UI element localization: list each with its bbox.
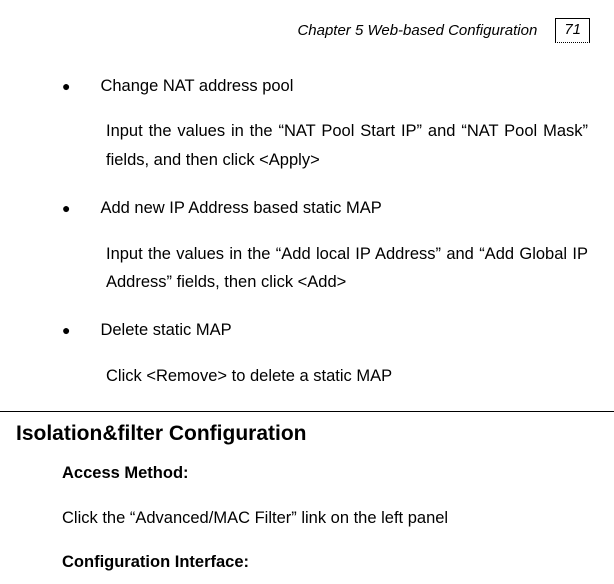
- section-heading: Isolation&filter Configuration: [0, 422, 614, 446]
- access-method-label: Access Method:: [62, 464, 614, 483]
- bullet-description: Click <Remove> to delete a static MAP: [106, 362, 588, 391]
- bullet-icon: ●: [62, 73, 70, 97]
- bullet-row: ● Change NAT address pool: [62, 73, 588, 99]
- access-method-text: Click the “Advanced/MAC Filter” link on …: [62, 505, 614, 531]
- bullet-icon: ●: [62, 195, 70, 219]
- bullet-item: ● Add new IP Address based static MAP In…: [62, 195, 588, 297]
- bullet-title: Add new IP Address based static MAP: [100, 195, 381, 221]
- section-body: Access Method: Click the “Advanced/MAC F…: [0, 464, 614, 572]
- bullet-title: Delete static MAP: [100, 317, 231, 343]
- bullet-icon: ●: [62, 317, 70, 341]
- page-header: Chapter 5 Web-based Configuration 71: [0, 0, 614, 43]
- content-area: ● Change NAT address pool Input the valu…: [0, 43, 614, 391]
- page-number: 71: [555, 18, 590, 43]
- config-interface-label: Configuration Interface:: [62, 553, 614, 572]
- bullet-description: Input the values in the “Add local IP Ad…: [106, 240, 588, 298]
- bullet-row: ● Delete static MAP: [62, 317, 588, 343]
- bullet-row: ● Add new IP Address based static MAP: [62, 195, 588, 221]
- bullet-description: Input the values in the “NAT Pool Start …: [106, 117, 588, 175]
- bullet-title: Change NAT address pool: [100, 73, 293, 99]
- chapter-label: Chapter 5 Web-based Configuration: [297, 22, 537, 39]
- bullet-item: ● Change NAT address pool Input the valu…: [62, 73, 588, 175]
- bullet-item: ● Delete static MAP Click <Remove> to de…: [62, 317, 588, 390]
- section-divider: [0, 411, 614, 412]
